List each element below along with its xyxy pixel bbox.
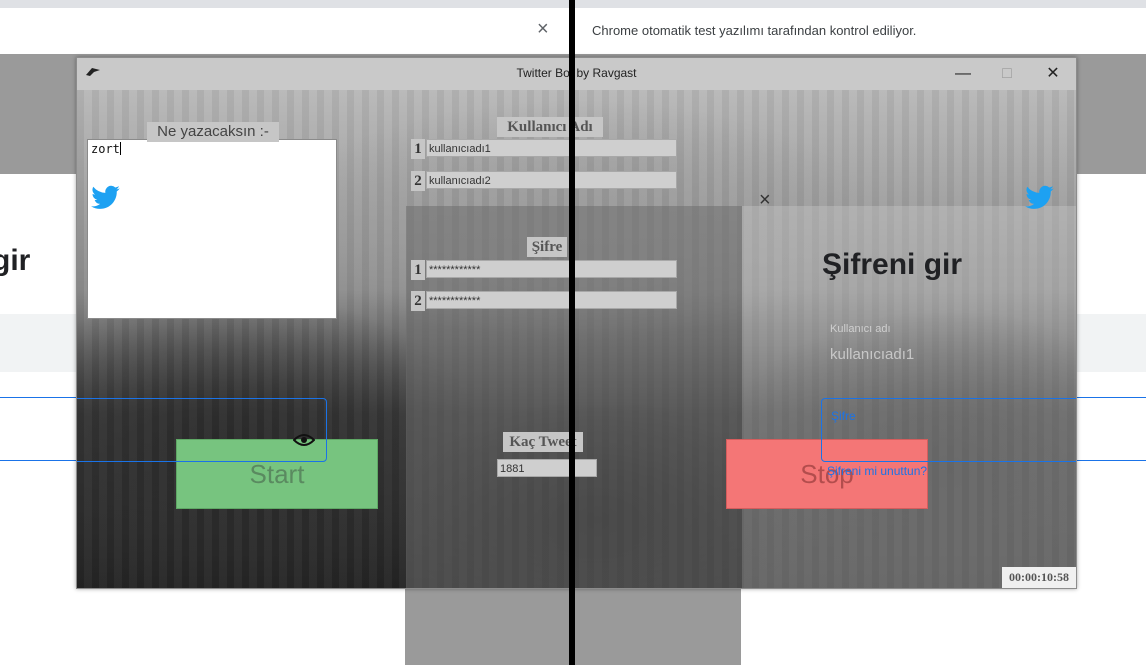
username-header: Kullanıcı Adı — [497, 117, 603, 137]
login-dialog-close-button[interactable]: × — [759, 189, 771, 212]
text-caret — [119, 142, 121, 155]
username-display-value: kullanıcıadı1 — [830, 346, 915, 363]
password-input-label: Şifre — [831, 409, 856, 423]
app-content: × Şifreni gir Kullanıcı adı kullanıcıadı… — [77, 90, 1076, 588]
compose-label: Ne yazacaksın :- — [147, 122, 279, 142]
username-input-1[interactable]: kullanıcıadı1 — [426, 139, 677, 157]
app-window: Twitter Bot by Ravgast — □ ✕ × Şifreni g… — [76, 57, 1077, 589]
forgot-password-link[interactable]: Şifreni mi unuttun? — [827, 464, 927, 478]
password-input-1[interactable]: ************ — [426, 260, 677, 278]
close-window-button[interactable]: ✕ — [1035, 62, 1071, 86]
password-row-number: 1 — [411, 260, 425, 280]
background-heading-fragment: gir — [0, 244, 31, 277]
password-row-number: 2 — [411, 291, 425, 311]
username-input-2[interactable]: kullanıcıadı2 — [426, 171, 677, 189]
username-row-number: 2 — [411, 171, 425, 191]
elapsed-timer: 00:00:10:58 — [1002, 567, 1076, 588]
password-field-border — [77, 398, 327, 462]
tweet-count-input[interactable]: 1881 — [497, 459, 597, 477]
twitter-bird-icon — [91, 185, 121, 216]
tweet-text-input[interactable]: zort — [87, 139, 337, 319]
tweet-text-value: zort — [91, 142, 120, 156]
login-dialog-title: Şifreni gir — [822, 248, 963, 281]
password-input[interactable] — [821, 398, 1076, 462]
username-row-number: 1 — [411, 139, 425, 159]
screen-divider-line — [569, 0, 575, 665]
maximize-button[interactable]: □ — [989, 62, 1025, 86]
window-title: Twitter Bot by Ravgast — [516, 66, 637, 80]
password-header: Şifre — [527, 237, 567, 257]
twitter-bird-icon — [1025, 185, 1055, 216]
automation-info-text: Chrome otomatik test yazılımı tarafından… — [592, 23, 917, 38]
info-bar-close-button[interactable]: × — [537, 18, 549, 41]
minimize-button[interactable]: — — [945, 62, 981, 86]
username-display-label: Kullanıcı adı — [830, 323, 891, 335]
title-bar: Twitter Bot by Ravgast — □ ✕ — [77, 58, 1076, 90]
eye-icon[interactable] — [292, 432, 316, 453]
password-input-2[interactable]: ************ — [426, 291, 677, 309]
